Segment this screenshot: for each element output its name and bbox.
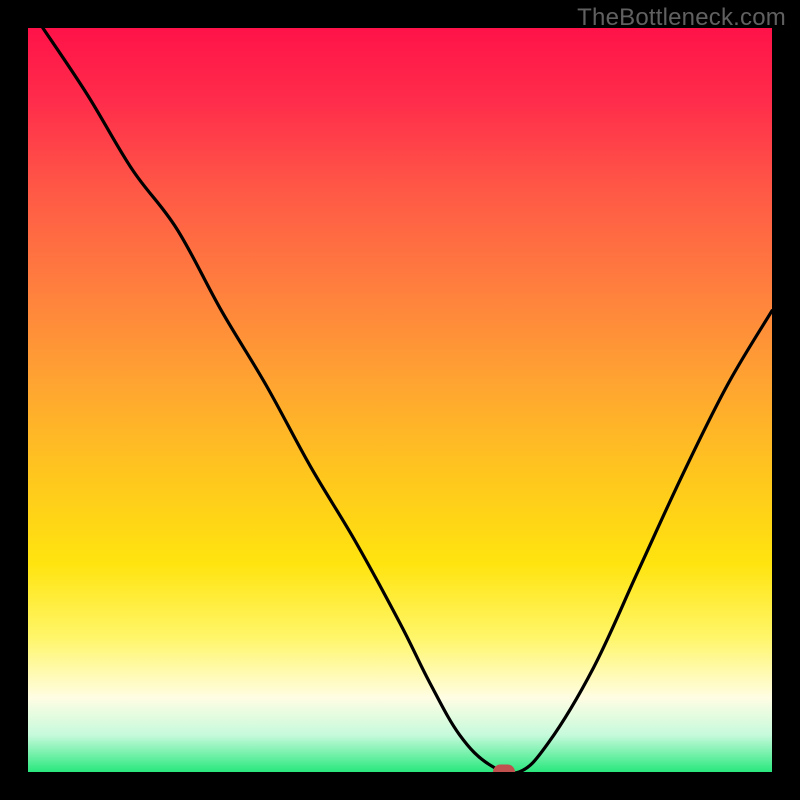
watermark-text: TheBottleneck.com <box>577 4 786 32</box>
optimal-point-marker <box>493 765 515 773</box>
bottleneck-curve <box>28 28 772 772</box>
plot-area <box>28 28 772 772</box>
chart-frame: TheBottleneck.com <box>0 0 800 800</box>
